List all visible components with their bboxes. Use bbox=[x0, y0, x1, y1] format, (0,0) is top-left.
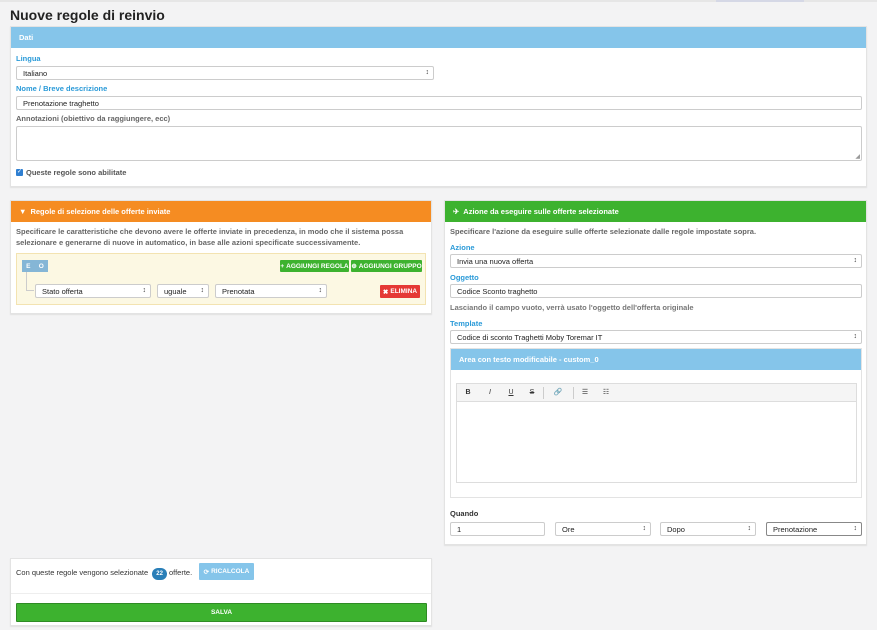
plus-circle-icon: ⊕ bbox=[351, 263, 357, 270]
bold-button[interactable]: B bbox=[461, 387, 475, 399]
recalc-label: RICALCOLA bbox=[211, 568, 250, 575]
add-rule-label: AGGIUNGI REGOLA bbox=[286, 262, 349, 270]
rule-group: EO + AGGIUNGI REGOLA ⊕ AGGIUNGI GRUPPO Sta… bbox=[16, 253, 426, 305]
editor-content-area[interactable] bbox=[456, 402, 857, 483]
lingua-label: Lingua bbox=[16, 54, 41, 63]
summary-suffix: offerte. bbox=[168, 568, 193, 577]
enabled-label: Queste regole sono abilitate bbox=[26, 168, 127, 177]
add-rule-button[interactable]: + AGGIUNGI REGOLA bbox=[280, 260, 349, 272]
toolbar-divider bbox=[543, 387, 544, 399]
add-group-label: AGGIUNGI GRUPPO bbox=[358, 262, 422, 270]
nome-label: Nome / Breve descrizione bbox=[16, 84, 108, 93]
add-group-button[interactable]: ⊕ AGGIUNGI GRUPPO bbox=[351, 260, 422, 272]
offers-count-badge: 22 bbox=[152, 568, 167, 580]
toolbar-divider-2 bbox=[573, 387, 574, 399]
template-label: Template bbox=[450, 319, 483, 328]
numbered-list-icon[interactable]: ☷ bbox=[599, 387, 613, 399]
save-label: SALVA bbox=[210, 609, 233, 616]
regole-header: ▼ Regole di selezione delle offerte invi… bbox=[11, 201, 431, 222]
azione-panel: ✈ Azione da eseguire sulle offerte selez… bbox=[444, 200, 867, 545]
azione-header-title: Azione da eseguire sulle offerte selezio… bbox=[463, 207, 619, 216]
recalc-button[interactable]: ⟳ RICALCOLA bbox=[199, 563, 254, 580]
azione-header: ✈ Azione da eseguire sulle offerte selez… bbox=[445, 201, 866, 222]
oggetto-input[interactable]: Codice Sconto traghetto bbox=[450, 284, 862, 298]
unit-select[interactable]: Ore bbox=[555, 522, 651, 536]
rule-operator-select[interactable]: uguale bbox=[157, 284, 209, 298]
selection-summary: Con queste regole vengono selezionate 22… bbox=[16, 568, 192, 580]
editor-panel: Area con testo modificabile - custom_0 B… bbox=[450, 348, 862, 498]
editor-toolbar: B I U S 🔗 ☰ ☷ bbox=[456, 383, 857, 402]
regole-panel: ▼ Regole di selezione delle offerte invi… bbox=[10, 200, 432, 314]
relation-select[interactable]: Dopo bbox=[660, 522, 756, 536]
regole-description: Specificare le caratteristiche che devon… bbox=[16, 227, 404, 247]
save-button[interactable]: SALVA bbox=[16, 603, 427, 622]
top-tab-indicator bbox=[716, 0, 804, 2]
azione-description: Specificare l'azione da eseguire sulle o… bbox=[450, 227, 757, 236]
oggetto-label: Oggetto bbox=[450, 273, 479, 282]
top-strip bbox=[0, 0, 877, 2]
underline-button[interactable]: U bbox=[504, 387, 518, 399]
plus-icon: + bbox=[280, 262, 285, 270]
rule-value-select[interactable]: Prenotata bbox=[215, 284, 327, 298]
regole-header-title: Regole di selezione delle offerte inviat… bbox=[30, 207, 171, 216]
lingua-select[interactable]: Italiano bbox=[16, 66, 434, 80]
delete-rule-label: ELIMINA bbox=[390, 288, 418, 295]
dati-header: Dati bbox=[11, 27, 866, 48]
editor-header-title: Area con testo modificabile - custom_0 bbox=[459, 355, 599, 364]
refresh-icon: ⟳ bbox=[203, 568, 210, 576]
plane-icon: ✈ bbox=[453, 207, 460, 216]
enabled-checkbox[interactable]: ✓ bbox=[16, 169, 23, 176]
summary-divider bbox=[11, 593, 431, 594]
delete-rule-button[interactable]: ✖ ELIMINA bbox=[380, 285, 420, 298]
rule-field-select[interactable]: Stato offerta bbox=[35, 284, 151, 298]
and-option[interactable]: E bbox=[26, 263, 30, 270]
bullet-list-icon[interactable]: ☰ bbox=[578, 387, 592, 399]
italic-button[interactable]: I bbox=[483, 387, 497, 399]
rule-connector bbox=[26, 272, 34, 291]
editor-header: Area con testo modificabile - custom_0 bbox=[451, 349, 861, 370]
annotazioni-label: Annotazioni (obiettivo da raggiungere, e… bbox=[16, 114, 171, 123]
filter-icon: ▼ bbox=[19, 207, 27, 216]
close-icon: ✖ bbox=[382, 288, 389, 296]
azione-label: Azione bbox=[450, 243, 475, 252]
link-icon[interactable]: 🔗 bbox=[549, 387, 567, 399]
dati-panel: Dati Lingua Italiano Nome / Breve descri… bbox=[10, 26, 867, 187]
nome-input[interactable]: Prenotazione traghetto bbox=[16, 96, 862, 110]
or-option[interactable]: O bbox=[39, 263, 44, 270]
event-select[interactable]: Prenotazione bbox=[766, 522, 862, 536]
strikethrough-button[interactable]: S bbox=[525, 387, 539, 399]
quando-input[interactable]: 1 bbox=[450, 522, 545, 536]
and-or-toggle[interactable]: EO bbox=[22, 260, 48, 272]
resize-grip-icon[interactable]: ◢ bbox=[855, 153, 860, 160]
summary-prefix: Con queste regole vengono selezionate bbox=[16, 568, 149, 577]
template-select[interactable]: Codice di sconto Traghetti Moby Toremar … bbox=[450, 330, 862, 344]
quando-label: Quando bbox=[450, 509, 479, 518]
annotazioni-textarea[interactable]: ◢ bbox=[16, 126, 862, 161]
oggetto-hint: Lasciando il campo vuoto, verrà usato l'… bbox=[450, 303, 694, 312]
azione-select[interactable]: Invia una nuova offerta bbox=[450, 254, 862, 268]
page-title: Nuove regole di reinvio bbox=[10, 7, 165, 23]
summary-panel: Con queste regole vengono selezionate 22… bbox=[10, 558, 432, 626]
dati-header-title: Dati bbox=[19, 33, 34, 42]
